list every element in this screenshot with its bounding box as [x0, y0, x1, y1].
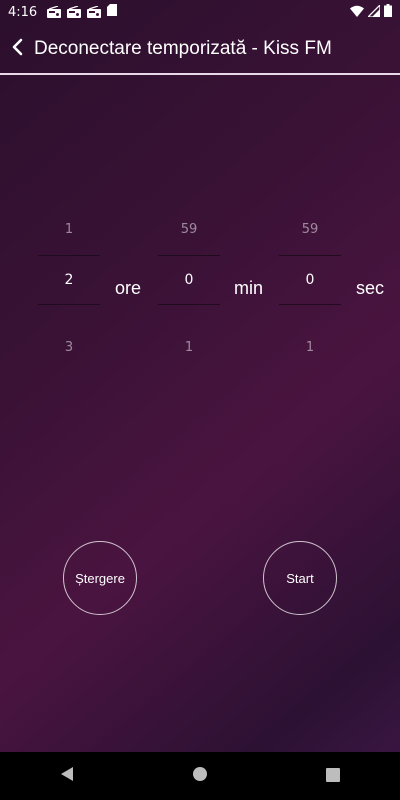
signal-icon	[366, 2, 381, 21]
recents-square-icon	[326, 767, 341, 786]
back-button[interactable]	[0, 24, 34, 74]
status-right-icons	[350, 2, 392, 21]
status-bar: 4:16	[0, 0, 400, 24]
seconds-current-value[interactable]: 0	[279, 272, 341, 288]
minutes-selection-line-top	[158, 255, 220, 256]
minutes-selection-line-bottom	[158, 304, 220, 305]
minutes-next-value[interactable]: 1	[158, 340, 220, 355]
seconds-prev-value[interactable]: 59	[279, 222, 341, 237]
seconds-picker[interactable]: 59 0 1	[279, 222, 341, 362]
clear-button[interactable]: Ștergere	[63, 541, 137, 615]
hours-prev-value[interactable]: 1	[38, 222, 100, 237]
minutes-unit-label: min	[234, 278, 264, 298]
radio-icon	[47, 6, 62, 18]
start-button[interactable]: Start	[263, 541, 337, 615]
seconds-unit-label: sec	[356, 278, 385, 298]
radio-icon	[87, 6, 102, 18]
hours-current-value[interactable]: 2	[38, 272, 100, 288]
seconds-next-value[interactable]: 1	[279, 340, 341, 355]
back-triangle-icon	[59, 766, 75, 786]
status-time: 4:16	[8, 4, 38, 20]
system-nav-bar	[0, 752, 400, 800]
hours-selection-line-top	[38, 255, 100, 256]
minutes-picker[interactable]: 59 0 1	[158, 222, 220, 362]
seconds-selection-line-bottom	[279, 304, 341, 305]
home-circle-icon	[192, 766, 208, 786]
sd-card-icon	[107, 4, 118, 20]
hours-next-value[interactable]: 3	[38, 340, 100, 355]
minutes-current-value[interactable]: 0	[158, 272, 220, 288]
chevron-left-icon	[10, 38, 24, 60]
seconds-selection-line-top	[279, 255, 341, 256]
minutes-prev-value[interactable]: 59	[158, 222, 220, 237]
radio-icon	[67, 6, 82, 18]
app-bar-divider	[0, 73, 400, 75]
hours-unit-label: ore	[115, 278, 142, 298]
nav-recents-button[interactable]	[303, 752, 363, 800]
nav-back-button[interactable]	[37, 752, 97, 800]
battery-icon	[384, 4, 392, 21]
wifi-icon	[350, 5, 364, 21]
hours-selection-line-bottom	[38, 304, 100, 305]
hours-picker[interactable]: 1 2 3	[38, 222, 100, 362]
nav-home-button[interactable]	[170, 752, 230, 800]
page-title: Deconectare temporizată - Kiss FM	[34, 38, 332, 59]
app-bar: Deconectare temporizată - Kiss FM	[0, 24, 400, 74]
